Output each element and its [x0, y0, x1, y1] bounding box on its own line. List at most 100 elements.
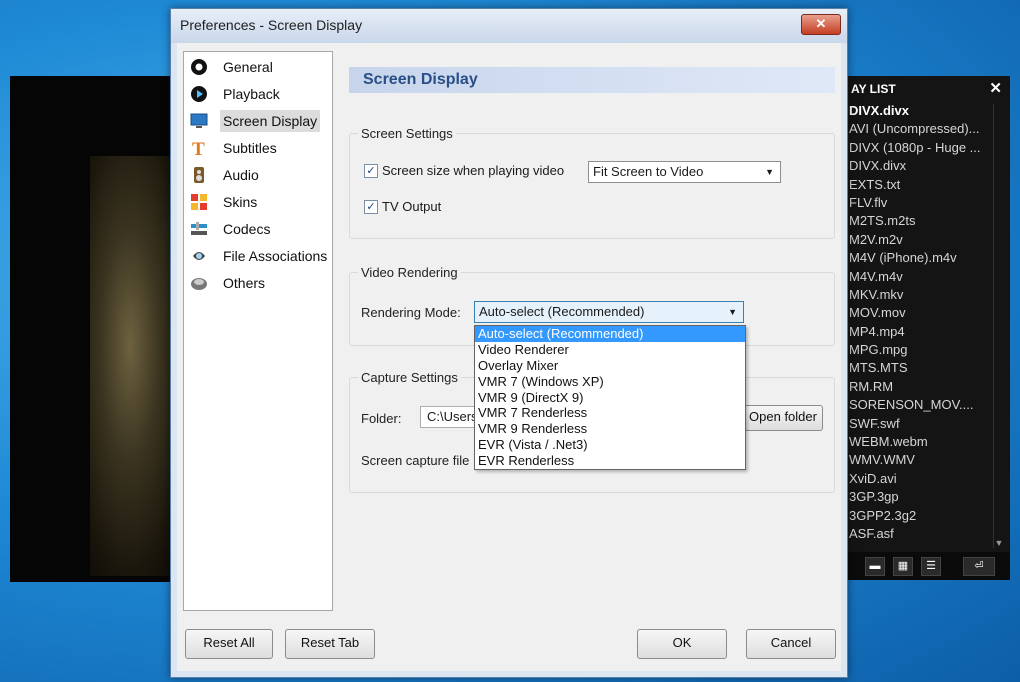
dropdown-option[interactable]: VMR 9 (DirectX 9): [475, 390, 745, 406]
preferences-dialog: Preferences - Screen Display ✕ General P…: [170, 8, 848, 678]
nav-item-subtitles[interactable]: T Subtitles: [190, 137, 280, 159]
playlist-item[interactable]: MP4.mp4: [849, 323, 989, 341]
playlist-item[interactable]: M4V.m4v: [849, 268, 989, 286]
playlist-item[interactable]: WMV.WMV: [849, 451, 989, 469]
playlist-scrollbar[interactable]: ▼: [993, 104, 1004, 548]
playlist-item[interactable]: XviD.avi: [849, 470, 989, 488]
dropdown-option[interactable]: EVR (Vista / .Net3): [475, 437, 745, 453]
playlist-item[interactable]: WEBM.webm: [849, 433, 989, 451]
playlist-item[interactable]: 3GP.3gp: [849, 488, 989, 506]
svg-text:T: T: [192, 139, 205, 157]
rendering-mode-select[interactable]: Auto-select (Recommended) ▼: [474, 301, 744, 323]
general-icon: [190, 58, 208, 76]
playlist-toolbar: ▬ ▦ ☰ ⏎: [845, 552, 1010, 580]
nav-item-screen-display[interactable]: Screen Display: [190, 110, 321, 132]
skins-icon: [190, 193, 208, 211]
dropdown-option[interactable]: VMR 7 (Windows XP): [475, 374, 745, 390]
checkbox-check-icon: ✓: [364, 163, 378, 178]
dropdown-option[interactable]: VMR 9 Renderless: [475, 421, 745, 437]
rendering-mode-label: Rendering Mode:: [361, 305, 461, 320]
playlist-item[interactable]: MKV.mkv: [849, 286, 989, 304]
dropdown-option[interactable]: EVR Renderless: [475, 453, 745, 469]
playlist-item[interactable]: SWF.swf: [849, 415, 989, 433]
playlist-item[interactable]: 3GPP2.3g2: [849, 507, 989, 525]
playlist-item[interactable]: SORENSON_MOV....: [849, 396, 989, 414]
reset-tab-button[interactable]: Reset Tab: [285, 629, 375, 659]
playlist-item[interactable]: DIVX.divx: [849, 157, 989, 175]
screen-settings-title: Screen Settings: [358, 126, 456, 141]
open-folder-button[interactable]: Open folder: [743, 405, 823, 431]
playlist-item[interactable]: M2V.m2v: [849, 231, 989, 249]
playlist-item[interactable]: MOV.mov: [849, 304, 989, 322]
playlist-list: DIVX.divx AVI (Uncompressed)... DIVX (10…: [849, 102, 989, 543]
playlist-item[interactable]: ASF.asf: [849, 525, 989, 543]
nav-label: General: [223, 59, 273, 75]
video-rendering-title: Video Rendering: [358, 265, 461, 280]
speaker-icon: [190, 166, 208, 184]
nav-label: Screen Display: [220, 110, 321, 132]
dropdown-option[interactable]: VMR 7 Renderless: [475, 405, 745, 421]
title-bar[interactable]: Preferences - Screen Display ✕: [171, 9, 847, 43]
chevron-down-icon: ▼: [765, 167, 774, 177]
grid-view-button[interactable]: ▦: [893, 557, 913, 576]
dropdown-option[interactable]: Auto-select (Recommended): [475, 326, 745, 342]
folder-label: Folder:: [361, 411, 402, 426]
codecs-icon: [190, 220, 208, 238]
file-associations-icon: [190, 247, 208, 265]
playlist-item[interactable]: MTS.MTS: [849, 359, 989, 377]
others-icon: [190, 274, 208, 292]
playback-icon: [190, 85, 208, 103]
capture-file-label: Screen capture file: [361, 453, 470, 468]
nav-label: File Associations: [223, 248, 328, 264]
select-value: Fit Screen to Video: [593, 164, 704, 179]
checkbox-label: Screen size when playing video: [382, 163, 565, 178]
playlist-item[interactable]: RM.RM: [849, 378, 989, 396]
screen-size-checkbox[interactable]: ✓ Screen size when playing video: [364, 163, 564, 178]
nav-label: Others: [223, 275, 266, 291]
list-view-button[interactable]: ☰: [921, 557, 941, 576]
playlist-item[interactable]: M2TS.m2ts: [849, 212, 989, 230]
nav-label: Audio: [223, 167, 259, 183]
nav-item-others[interactable]: Others: [190, 272, 268, 294]
capture-settings-title: Capture Settings: [358, 370, 461, 385]
panel-title: Screen Display: [349, 67, 835, 93]
checkbox-check-icon: ✓: [364, 199, 378, 214]
cancel-button[interactable]: Cancel: [746, 629, 836, 659]
chevron-down-icon: ▼: [728, 307, 737, 317]
video-area: [10, 76, 190, 582]
playlist-item[interactable]: EXTS.txt: [849, 176, 989, 194]
ok-button[interactable]: OK: [637, 629, 727, 659]
category-list: General Playback Screen Display T Subtit…: [183, 51, 333, 611]
close-window-button[interactable]: ✕: [801, 14, 841, 35]
dropdown-option[interactable]: Overlay Mixer: [475, 358, 745, 374]
nav-item-codecs[interactable]: Codecs: [190, 218, 273, 240]
monitor-icon: [190, 112, 208, 130]
nav-item-playback[interactable]: Playback: [190, 83, 283, 105]
playlist-panel: AY LIST ✕ DIVX.divx AVI (Uncompressed)..…: [845, 76, 1010, 580]
remove-item-button[interactable]: ▬: [865, 557, 885, 576]
playlist-item[interactable]: DIVX (1080p - Huge ...: [849, 139, 989, 157]
playlist-item[interactable]: M4V (iPhone).m4v: [849, 249, 989, 267]
reset-all-button[interactable]: Reset All: [185, 629, 273, 659]
nav-item-general[interactable]: General: [190, 56, 276, 78]
playlist-item[interactable]: AVI (Uncompressed)...: [849, 120, 989, 138]
dropdown-option[interactable]: Video Renderer: [475, 342, 745, 358]
playlist-item[interactable]: MPG.mpg: [849, 341, 989, 359]
nav-item-skins[interactable]: Skins: [190, 191, 260, 213]
dialog-client: General Playback Screen Display T Subtit…: [177, 43, 841, 671]
nav-label: Playback: [223, 86, 280, 102]
scroll-down-icon[interactable]: ▼: [994, 538, 1004, 548]
nav-label: Subtitles: [223, 140, 277, 156]
checkbox-label: TV Output: [382, 199, 442, 214]
tv-output-checkbox[interactable]: ✓ TV Output: [364, 199, 441, 214]
playlist-close-icon[interactable]: ✕: [989, 79, 1002, 97]
enter-button[interactable]: ⏎: [963, 557, 995, 576]
playlist-item[interactable]: DIVX.divx: [849, 102, 989, 120]
text-t-icon: T: [190, 139, 208, 157]
nav-item-file-associations[interactable]: File Associations: [190, 245, 330, 267]
playlist-item[interactable]: FLV.flv: [849, 194, 989, 212]
screen-settings-group: [349, 133, 835, 239]
nav-item-audio[interactable]: Audio: [190, 164, 262, 186]
window-title: Preferences - Screen Display: [180, 17, 363, 33]
screen-size-select[interactable]: Fit Screen to Video ▼: [588, 161, 781, 183]
